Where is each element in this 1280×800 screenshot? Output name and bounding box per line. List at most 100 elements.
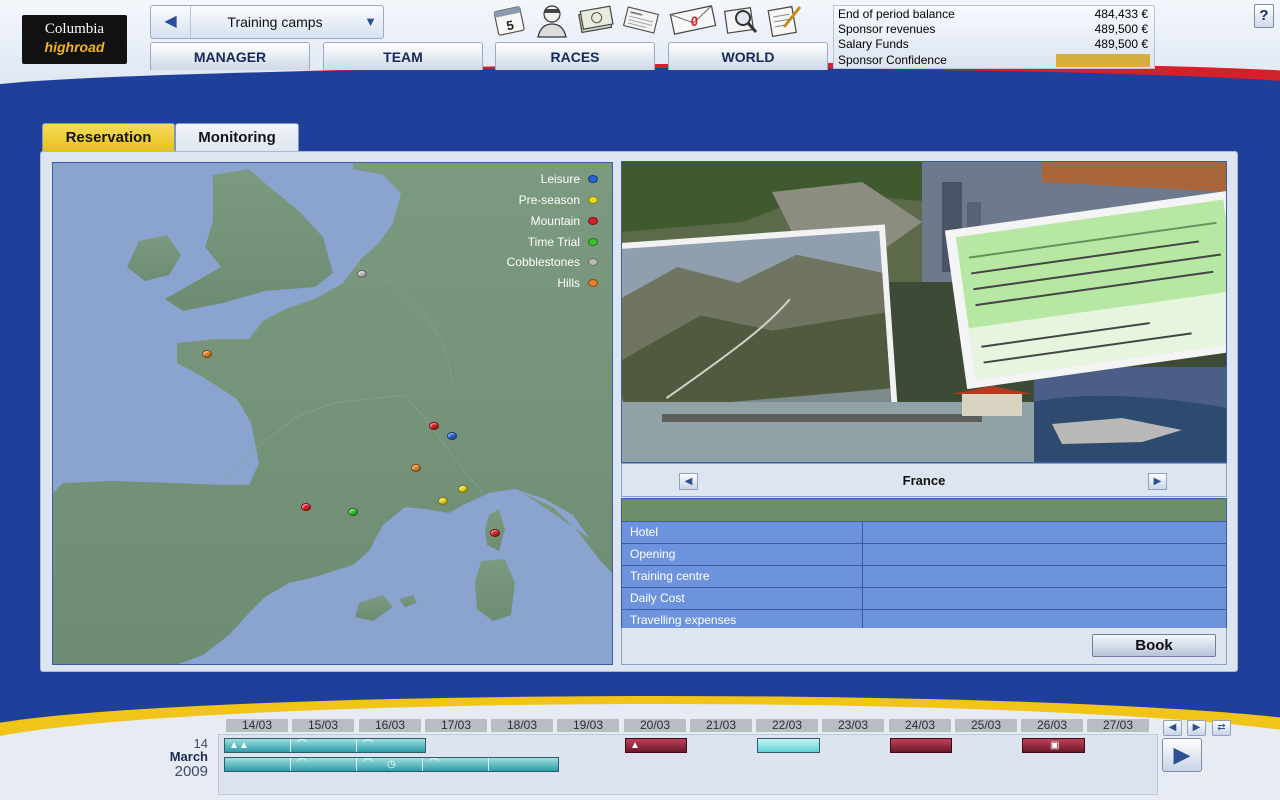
back-arrow-icon[interactable]: ◀ [151, 6, 191, 38]
camp-marker-hills[interactable] [411, 464, 421, 472]
country-name: France [902, 473, 946, 488]
finance-row: End of period balance 484,433 € [838, 7, 1148, 22]
calendar-event[interactable]: ⌒ ⌒ ◷ ⌒ [224, 757, 559, 772]
current-month: March [169, 749, 208, 764]
legend-mountain-dot [588, 217, 598, 225]
training-centre-label: Training centre [622, 566, 863, 587]
day-label: 23/03 [822, 719, 884, 732]
magnifier-icon[interactable] [723, 2, 761, 38]
finance-summary: End of period balance 484,433 € Sponsor … [833, 5, 1155, 69]
salary-funds-label: Salary Funds [838, 37, 909, 51]
camp-info-table: Hotel Opening Training centre Daily Cost… [621, 498, 1227, 631]
training-camp-map[interactable]: Leisure Pre-season Mountain Time Trial C… [52, 162, 613, 665]
tab-reservation[interactable]: Reservation [42, 123, 175, 153]
mail-icon[interactable]: 0 [668, 2, 718, 38]
current-date: 14 March 2009 [158, 737, 208, 780]
camp-marker-preseason[interactable] [438, 497, 448, 505]
camp-marker-mountain[interactable] [490, 529, 500, 537]
country-selector: ◀ France ▶ [621, 463, 1227, 497]
screen-selector[interactable]: ◀ Training camps ▼ [150, 5, 384, 39]
legend-leisure-dot [588, 175, 598, 183]
hotel-value [864, 522, 1226, 543]
camp-marker-hills[interactable] [202, 350, 212, 358]
calendar-event[interactable] [890, 738, 952, 753]
day-label: 15/03 [292, 719, 354, 732]
nav-manager[interactable]: MANAGER [150, 42, 310, 70]
mountain-profile-icon: ▲ [630, 740, 640, 751]
money-icon[interactable] [576, 2, 614, 38]
day-label: 19/03 [557, 719, 619, 732]
legend-leisure-label: Leisure [540, 172, 580, 186]
calendar-event[interactable]: ▲▲ ⌒ ⌒ [224, 738, 426, 753]
opening-value [864, 544, 1226, 565]
training-centre-value [864, 566, 1226, 587]
legend-cobblestones-dot [588, 258, 598, 266]
nav-races[interactable]: RACES [495, 42, 655, 70]
top-bar: Columbia highroad ◀ Training camps ▼ MAN… [0, 0, 1280, 84]
calendar-event[interactable]: ▲ [625, 738, 687, 753]
day-label: 21/03 [690, 719, 752, 732]
day-label: 20/03 [624, 719, 686, 732]
camp-marker-timetrial[interactable] [348, 508, 358, 516]
book-area: Book [621, 628, 1227, 665]
legend-timetrial-dot [588, 238, 598, 246]
team-logo: Columbia highroad [22, 15, 127, 64]
calendar-event[interactable] [757, 738, 820, 753]
day-label: 17/03 [425, 719, 487, 732]
calendar-next-small-button[interactable]: ▶ [1187, 720, 1206, 736]
camp-marker-mountain[interactable] [301, 503, 311, 511]
logo-line2: highroad [44, 39, 105, 55]
next-country-button[interactable]: ▶ [1148, 473, 1167, 490]
calendar-refresh-icon[interactable]: ⇄ [1212, 720, 1231, 736]
hills-profile-icon: ⌒ [297, 740, 307, 751]
finance-row: Sponsor revenues 489,500 € [838, 22, 1148, 37]
mountain-profile-icon: ▲▲ [229, 740, 249, 751]
end-of-period-balance-value: 484,433 € [1094, 7, 1148, 21]
event-segment [225, 758, 291, 771]
logo-line1: Columbia [44, 21, 105, 37]
legend-preseason-label: Pre-season [518, 193, 580, 207]
day-label: 14/03 [226, 719, 288, 732]
camp-marker-mountain[interactable] [429, 422, 439, 430]
table-row: Daily Cost [622, 587, 1226, 609]
camp-marker-preseason[interactable] [458, 485, 468, 493]
rider-helmet-icon[interactable] [533, 2, 571, 38]
camp-marker-cobblestones[interactable] [357, 270, 367, 278]
tab-monitoring[interactable]: Monitoring [175, 123, 299, 153]
sponsor-confidence-bar [1056, 54, 1150, 67]
help-button[interactable]: ? [1254, 4, 1274, 28]
table-row: Opening [622, 543, 1226, 565]
hotel-label: Hotel [622, 522, 863, 543]
current-year: 2009 [174, 763, 208, 780]
calendar-icon[interactable]: 5 [490, 2, 528, 38]
clock-icon: ◷ [387, 759, 396, 770]
calendar-event[interactable]: ▣ [1022, 738, 1085, 753]
opening-label: Opening [622, 544, 863, 565]
daily-cost-value [864, 588, 1226, 609]
camp-marker-leisure[interactable] [447, 432, 457, 440]
hills-profile-icon: ⌒ [363, 759, 373, 770]
screen-title: Training camps [227, 14, 323, 30]
day-label: 26/03 [1021, 719, 1083, 732]
end-of-period-balance-label: End of period balance [838, 7, 955, 21]
sponsor-revenues-label: Sponsor revenues [838, 22, 936, 36]
book-button[interactable]: Book [1092, 634, 1216, 657]
advance-day-button[interactable]: ▶ [1162, 738, 1202, 772]
day-label: 16/03 [359, 719, 421, 732]
dropdown-arrow-icon[interactable]: ▼ [364, 6, 377, 38]
country-photo-collage [621, 161, 1227, 463]
sponsor-revenues-value: 489,500 € [1094, 22, 1148, 36]
table-row: Hotel [622, 521, 1226, 543]
day-label: 18/03 [491, 719, 553, 732]
notepad-icon[interactable] [766, 2, 804, 38]
hills-profile-icon: ⌒ [297, 759, 307, 770]
nav-world[interactable]: WORLD [668, 42, 828, 70]
nav-team[interactable]: TEAM [323, 42, 483, 70]
newspaper-icon[interactable] [622, 2, 660, 38]
calendar-prev-button[interactable]: ◀ [1163, 720, 1182, 736]
legend-preseason-dot [588, 196, 598, 204]
day-label: 22/03 [756, 719, 818, 732]
day-label: 25/03 [955, 719, 1017, 732]
legend-hills-label: Hills [557, 276, 580, 290]
hills-profile-icon: ⌒ [363, 740, 373, 751]
